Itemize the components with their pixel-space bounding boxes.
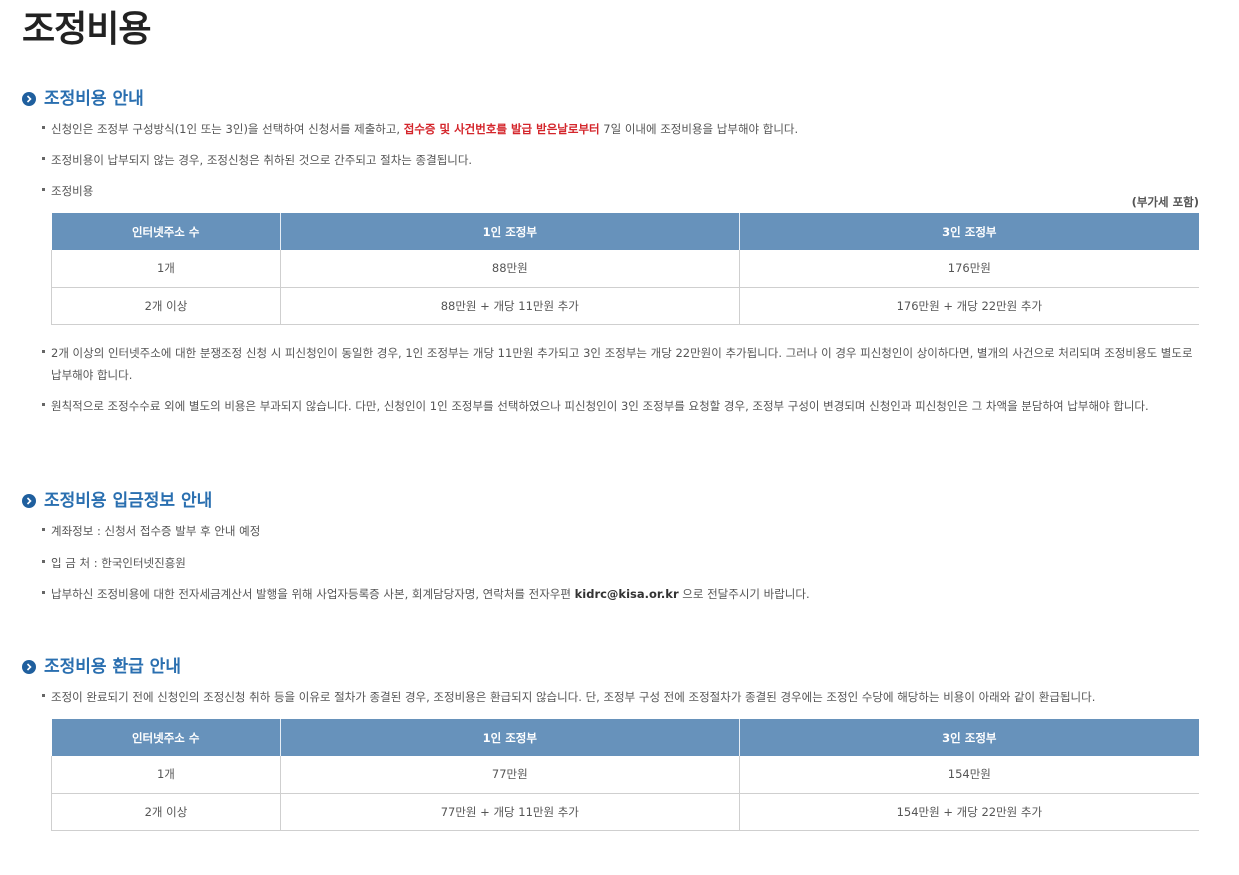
table-header-row: 인터넷주소 수 1인 조정부 3인 조정부 (51, 719, 1199, 756)
list-item: 신청인은 조정부 구성방식(1인 또는 3인)을 선택하여 신청서를 제출하고,… (42, 118, 1202, 140)
list-item: 2개 이상의 인터넷주소에 대한 분쟁조정 신청 시 피신청인이 동일한 경우,… (42, 342, 1202, 386)
column-header: 1인 조정부 (280, 719, 740, 756)
list-item: 조정이 완료되기 전에 신청인의 조정신청 취하 등을 이유로 절차가 종결된 … (42, 686, 1222, 708)
section-title-text: 조정비용 안내 (44, 89, 144, 109)
table-cell: 154만원 + 개당 22만원 추가 (739, 793, 1199, 831)
list-item: 계좌정보 : 신청서 접수증 발부 후 안내 예정 (42, 520, 1202, 542)
table-cell: 176만원 (739, 250, 1199, 288)
table-cell: 176만원 + 개당 22만원 추가 (739, 287, 1199, 325)
table-cell: 77만원 + 개당 11만원 추가 (280, 793, 740, 831)
item-text: 7일 이내에 조정비용을 납부해야 합니다. (599, 122, 799, 136)
list-item: 납부하신 조정비용에 대한 전자세금계산서 발행을 위해 사업자등록증 사본, … (42, 583, 1202, 605)
chevron-right-circle-icon (22, 92, 36, 106)
item-text: 납부하신 조정비용에 대한 전자세금계산서 발행을 위해 사업자등록증 사본, … (51, 587, 575, 601)
table-cell: 88만원 (280, 250, 740, 288)
table-cell: 77만원 (280, 756, 740, 794)
table-cell: 2개 이상 (51, 287, 281, 325)
chevron-right-circle-icon (22, 494, 36, 508)
list-item: 조정비용이 납부되지 않는 경우, 조정신청은 취하된 것으로 간주되고 절차는… (42, 149, 1202, 171)
section-title-fee-guide: 조정비용 안내 (22, 88, 144, 110)
section-title-refund-guide: 조정비용 환급 안내 (22, 656, 181, 678)
section-title-text: 조정비용 입금정보 안내 (44, 491, 213, 511)
section-title-text: 조정비용 환급 안내 (44, 657, 181, 677)
chevron-right-circle-icon (22, 660, 36, 674)
section-title-deposit-info: 조정비용 입금정보 안내 (22, 490, 212, 512)
table-row: 1개 77만원 154만원 (51, 756, 1199, 794)
refund-table: 인터넷주소 수 1인 조정부 3인 조정부 1개 77만원 154만원 2개 이… (51, 719, 1199, 831)
list-item: 조정비용 (42, 180, 1202, 202)
column-header: 3인 조정부 (739, 213, 1199, 250)
column-header: 인터넷주소 수 (51, 213, 281, 250)
table-cell: 2개 이상 (51, 793, 281, 831)
highlight-text: 접수증 및 사건번호를 발급 받은날로부터 (403, 122, 600, 136)
fee-table: 인터넷주소 수 1인 조정부 3인 조정부 1개 88만원 176만원 2개 이… (51, 213, 1199, 325)
table-cell: 1개 (51, 756, 281, 794)
table-row: 1개 88만원 176만원 (51, 250, 1199, 288)
table-header-row: 인터넷주소 수 1인 조정부 3인 조정부 (51, 213, 1199, 250)
table-cell: 154만원 (739, 756, 1199, 794)
table-cell: 88만원 + 개당 11만원 추가 (280, 287, 740, 325)
table-row: 2개 이상 77만원 + 개당 11만원 추가 154만원 + 개당 22만원 … (51, 793, 1199, 831)
list-item: 원칙적으로 조정수수료 외에 별도의 비용은 부과되지 않습니다. 다만, 신청… (42, 395, 1202, 417)
vat-note: (부가세 포함) (1131, 195, 1199, 209)
table-cell: 1개 (51, 250, 281, 288)
list-item: 입 금 처 : 한국인터넷진흥원 (42, 552, 1202, 574)
page-title: 조정비용 (22, 9, 151, 50)
item-text: 으로 전달주시기 바랍니다. (678, 587, 810, 601)
item-text: 신청인은 조정부 구성방식(1인 또는 3인)을 선택하여 신청서를 제출하고, (51, 122, 404, 136)
column-header: 인터넷주소 수 (51, 719, 281, 756)
column-header: 3인 조정부 (739, 719, 1199, 756)
table-row: 2개 이상 88만원 + 개당 11만원 추가 176만원 + 개당 22만원 … (51, 287, 1199, 325)
email-link[interactable]: kidrc@kisa.or.kr (575, 587, 679, 601)
column-header: 1인 조정부 (280, 213, 740, 250)
